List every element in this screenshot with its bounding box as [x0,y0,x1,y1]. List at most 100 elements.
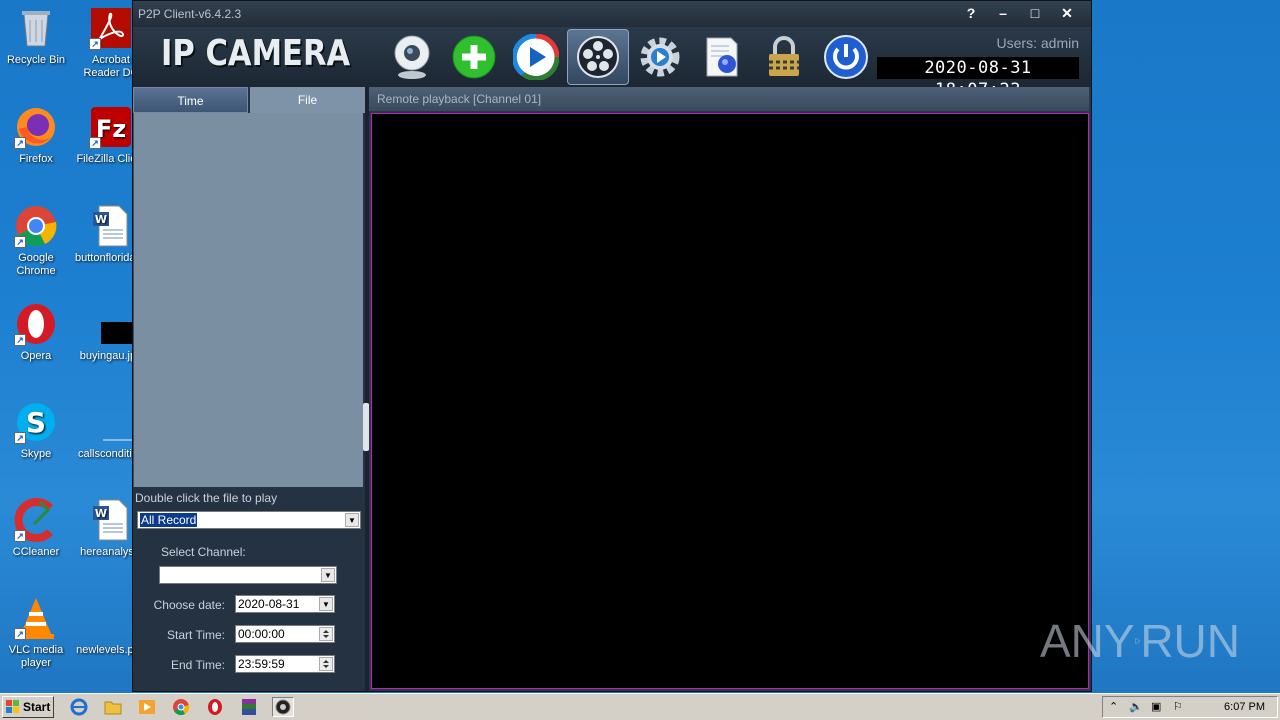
record-file-list[interactable] [133,113,363,487]
vlc-icon: ↗ [14,596,58,640]
image-file-icon [89,302,145,346]
calendar-dropdown-icon: ▼ [319,597,333,611]
chevron-down-icon: ▼ [321,568,335,582]
desktop-icon-label: Skype [20,448,52,460]
webcam-icon [394,35,430,79]
folder-icon [104,701,122,715]
watermark-text-left: ANY [1040,615,1135,667]
desktop-icon-ccleaner[interactable]: ↗ CCleaner [0,498,72,559]
media-player-icon [139,700,155,714]
desktop-icon-recycle-bin[interactable]: Recycle Bin [0,6,72,67]
p2p-client-window: P2P Client-v6.4.2.3 ? – □ ✕ IP CAMERA Us… [132,0,1092,692]
svg-text:W: W [95,507,107,520]
taskbar-opera[interactable] [204,697,226,717]
choose-date-label: Choose date: [153,598,225,612]
taskbar-explorer[interactable] [102,697,124,717]
winrar-icon [242,699,256,715]
close-button[interactable]: ✕ [1051,1,1083,27]
file-list-hint: Double click the file to play [135,491,278,505]
desktop-icon-firefox[interactable]: ↗ Firefox [0,105,72,166]
taskbar-chrome[interactable] [170,697,192,717]
add-device-button[interactable] [443,29,505,85]
window-title: P2P Client-v6.4.2.3 [138,7,242,21]
desktop-icon-label: Recycle Bin [6,54,66,66]
network-icon[interactable]: ▣ [1151,697,1161,717]
playback-button[interactable] [505,29,567,85]
ie-icon [70,698,88,716]
svg-text:S: S [26,406,46,439]
minimize-button[interactable]: – [987,1,1019,27]
desktop-icon-label: Firefox [19,153,53,165]
playback-header: Remote playback [Channel 01] [369,87,1089,111]
desktop-icon-opera[interactable]: ↗ Opera [0,302,72,363]
help-button[interactable]: ? [955,1,987,27]
play-icon [513,34,559,80]
channel-select[interactable]: ▼ [159,566,337,584]
spinner-icon[interactable] [319,657,333,671]
collapse-panel-handle[interactable] [363,403,369,451]
video-display[interactable] [371,113,1089,689]
tray-expand-icon[interactable]: ⌃ [1109,697,1118,717]
taskbar-media[interactable] [136,697,158,717]
end-time-field[interactable]: 23:59:59 [235,655,335,673]
window-controls: ? – □ ✕ [955,1,1083,27]
record-type-value: All Record [140,513,198,527]
windows-flag-icon [6,700,19,713]
taskbar-ie[interactable] [68,697,90,717]
chevron-down-icon: ▼ [345,513,359,527]
lock-button[interactable] [753,29,815,85]
system-tray: ⌃ 🔈 ▣ ⚐ 6:07 PM [1102,696,1278,718]
start-time-field[interactable]: 00:00:00 [235,625,335,643]
taskbar-winrar[interactable] [238,697,260,717]
acrobat-icon: ↗ [89,6,133,50]
panel-splitter[interactable] [365,87,369,691]
log-button[interactable] [691,29,753,85]
skype-icon: S ↗ [14,400,58,444]
volume-icon[interactable]: 🔈 [1129,697,1143,717]
desktop-icon-chrome[interactable]: ↗ Google Chrome [0,204,72,278]
desktop-icon-label: Google Chrome [16,252,56,277]
datetime-display: 2020-08-31 18:07:23 [877,57,1079,100]
maximize-button[interactable]: □ [1019,1,1051,27]
ipcam-icon [275,699,291,715]
svg-text:W: W [95,213,107,226]
current-user: Users: admin [996,35,1079,51]
remote-playback-button[interactable] [567,29,629,85]
spinner-icon[interactable] [319,627,333,641]
exit-button[interactable] [815,29,877,85]
gear-icon [640,37,680,77]
ccleaner-icon: ↗ [14,498,58,542]
app-header: IP CAMERA Users: admin 2020-08-31 [133,27,1091,100]
recycle-bin-icon [14,6,58,50]
tray-clock[interactable]: 6:07 PM [1224,697,1265,717]
watermark-text-right: RUN [1140,615,1240,667]
start-time-value: 00:00:00 [238,627,285,641]
title-bar[interactable]: P2P Client-v6.4.2.3 ? – □ ✕ [133,1,1091,27]
word-doc-icon: W [89,204,133,248]
opera-icon: ↗ [14,302,58,346]
tab-file[interactable]: File [250,87,365,113]
left-panel: Time File Double click the file to play … [133,87,365,691]
preview-button[interactable] [381,29,443,85]
date-picker[interactable]: 2020-08-31 ▼ [235,595,335,613]
taskbar-ipcam[interactable] [272,697,294,717]
firefox-icon: ↗ [14,105,58,149]
anyrun-watermark: ANY RUN [1040,610,1240,672]
film-reel-icon [577,36,619,78]
settings-button[interactable] [629,29,691,85]
desktop-icon-skype[interactable]: S ↗ Skype [0,400,72,461]
panel-tabs: Time File [133,87,365,113]
flag-icon[interactable]: ⚐ [1173,697,1183,717]
record-type-select[interactable]: All Record ▼ [137,511,361,529]
tab-time[interactable]: Time [133,87,248,113]
main-toolbar [381,27,877,87]
start-label: Start [23,700,51,714]
chrome-icon [173,699,190,716]
chrome-icon: ↗ [14,204,58,248]
file-icon [89,400,133,444]
desktop-icon-label: VLC media player [8,644,64,669]
start-button[interactable]: Start [2,696,54,718]
desktop-icon-vlc[interactable]: ↗ VLC media player [0,596,72,670]
file-icon [89,596,133,640]
end-time-label: End Time: [170,658,225,672]
